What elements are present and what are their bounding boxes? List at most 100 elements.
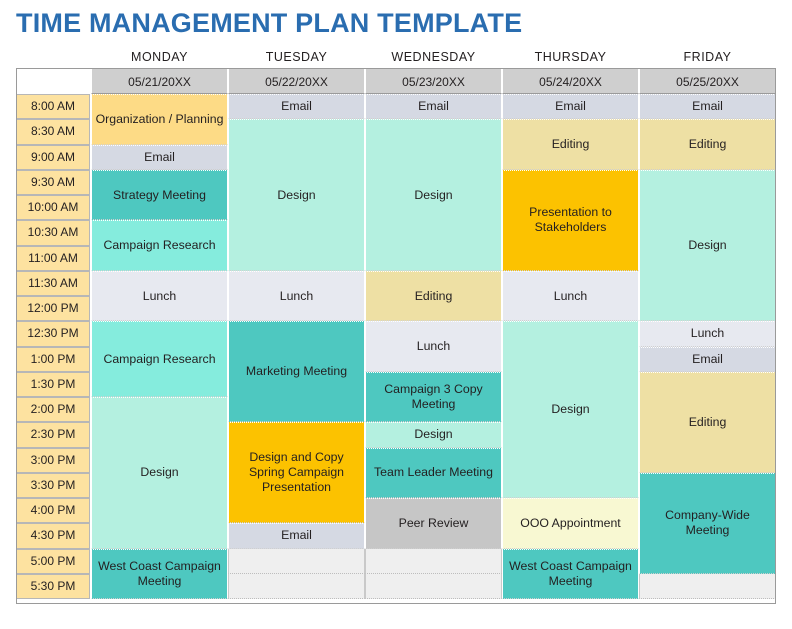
time-label-text: 11:30 AM	[28, 275, 78, 290]
event-label: Lunch	[416, 339, 451, 353]
time-label-text: 8:00 AM	[30, 99, 76, 113]
event-label: Email	[281, 528, 312, 543]
event-label: Campaign 3 Copy Meeting	[384, 382, 483, 411]
time-label-text: 4:30 PM	[30, 528, 76, 543]
event-block[interactable]: Design	[365, 422, 502, 448]
event-label: Organization / Planning	[95, 111, 224, 126]
event-block[interactable]: Lunch	[228, 270, 365, 322]
event-block[interactable]: Lunch	[502, 270, 639, 322]
event-label: Email	[418, 99, 449, 114]
page-title: TIME MANAGEMENT PLAN TEMPLATE	[16, 8, 523, 38]
event-block[interactable]: Email	[91, 144, 228, 170]
event-label: West Coast Campaign Meeting	[509, 558, 632, 588]
event-label: Lunch	[279, 288, 314, 303]
time-label-text: 10:00 AM	[27, 200, 79, 214]
event-block[interactable]: Lunch	[91, 270, 228, 322]
day-header-monday: MONDAY	[131, 50, 188, 64]
event-label: Peer Review	[398, 515, 469, 530]
time-label-row-18: 5:00 PM	[16, 548, 90, 574]
event-block[interactable]: Email	[228, 523, 365, 549]
day-header-wednesday: WEDNESDAY	[391, 50, 476, 64]
event-label: Lunch	[690, 326, 725, 341]
event-label: Lunch	[142, 288, 177, 303]
event-block[interactable]: Editing	[502, 119, 639, 170]
event-label: Email	[281, 99, 312, 114]
event-block[interactable]: Editing	[639, 371, 776, 473]
event-block[interactable]: Editing	[365, 270, 502, 322]
time-label-text: 4:00 PM	[30, 503, 76, 517]
event-block[interactable]: Company-Wide Meeting	[639, 472, 776, 574]
event-block[interactable]: Organization / Planning	[91, 94, 228, 145]
time-label-row-11: 1:30 PM	[16, 371, 90, 397]
event-label: Company-Wide Meeting	[665, 508, 750, 538]
event-block[interactable]: Peer Review	[365, 498, 502, 549]
event-block[interactable]: Team Leader Meeting	[365, 447, 502, 498]
event-label: Team Leader Meeting	[374, 465, 493, 480]
event-label: Email	[555, 99, 586, 114]
schedule-body: 8:00 AM 8:30 AM 9:00 AM 9:30 AM 10:00 AM 10:3…	[16, 94, 776, 599]
event-block[interactable]: Email	[639, 94, 776, 120]
event-block[interactable]: Campaign Research	[91, 321, 228, 397]
event-label: Marketing Meeting	[245, 364, 348, 379]
event-block[interactable]: Design	[639, 169, 776, 322]
event-block[interactable]: Campaign Research	[91, 220, 228, 271]
empty-slot[interactable]	[639, 573, 776, 599]
time-label-text: 9:30 AM	[30, 174, 76, 189]
event-block[interactable]: West Coast Campaign Meeting	[91, 548, 228, 599]
event-label: OOO Appointment	[520, 515, 621, 530]
event-block[interactable]: Design	[228, 119, 365, 271]
time-label-row-6: 11:00 AM	[16, 245, 90, 271]
event-block[interactable]: Design	[502, 321, 639, 498]
event-label: Editing	[414, 288, 453, 303]
time-label-row-4: 10:00 AM	[16, 195, 90, 221]
event-block[interactable]: Email	[639, 346, 776, 372]
event-block[interactable]: Design	[91, 397, 228, 549]
event-label: Strategy Meeting	[113, 187, 206, 202]
time-label-text: 2:30 PM	[30, 427, 76, 442]
event-block[interactable]: OOO Appointment	[502, 498, 639, 549]
event-label: Design	[551, 402, 590, 417]
event-block[interactable]: Design and Copy Spring Campaign Presenta…	[228, 422, 365, 524]
date-header-tuesday: 05/22/20XX	[228, 68, 365, 94]
event-block[interactable]: West Coast Campaign Meeting	[502, 548, 639, 599]
event-label: Editing	[688, 414, 727, 429]
event-block[interactable]: Strategy Meeting	[91, 169, 228, 221]
time-label-text: 5:00 PM	[30, 553, 76, 568]
event-block[interactable]: Lunch	[365, 321, 502, 372]
event-label: West Coast Campaign Meeting	[98, 558, 221, 588]
empty-slot[interactable]	[365, 573, 502, 599]
event-label: Campaign Research	[103, 351, 216, 366]
event-label: Editing	[688, 137, 727, 151]
time-label-row-9: 12:30 PM	[16, 321, 90, 347]
empty-slot[interactable]	[228, 573, 365, 599]
day-header-friday: FRIDAY	[683, 50, 732, 64]
time-label-text: 1:30 PM	[30, 376, 76, 391]
time-label-text: 11:00 AM	[28, 250, 78, 265]
time-label-row-5: 10:30 AM	[16, 220, 90, 246]
schedule-grid: MONDAY TUESDAY WEDNESDAY THURSDAY FRIDAY 05/…	[16, 47, 776, 604]
time-label-text: 5:30 PM	[30, 578, 76, 593]
time-label-row-10: 1:00 PM	[16, 346, 90, 372]
empty-slot[interactable]	[228, 548, 365, 574]
event-block[interactable]: Email	[228, 94, 365, 120]
event-block[interactable]: Email	[502, 94, 639, 120]
event-block[interactable]: Editing	[639, 119, 776, 170]
empty-slot[interactable]	[365, 548, 502, 574]
event-label: Design	[277, 187, 316, 202]
time-label-text: 8:30 AM	[30, 124, 76, 139]
time-label-row-15: 3:30 PM	[16, 472, 90, 498]
time-label-row-19: 5:30 PM	[16, 573, 90, 599]
day-header-thursday: THURSDAY	[534, 50, 607, 64]
event-block[interactable]: Email	[365, 94, 502, 120]
event-label: Email	[144, 149, 175, 164]
event-block[interactable]: Lunch	[639, 321, 776, 347]
event-block[interactable]: Campaign 3 Copy Meeting	[365, 371, 502, 423]
time-label-text: 10:30 AM	[27, 225, 79, 240]
time-label-row-3: 9:30 AM	[16, 169, 90, 195]
event-block[interactable]: Presentation to Stakeholders	[502, 169, 639, 271]
event-block[interactable]: Marketing Meeting	[228, 321, 365, 423]
event-block[interactable]: Design	[365, 119, 502, 271]
event-label: Design	[414, 187, 453, 202]
time-label-row-12: 2:00 PM	[16, 397, 90, 423]
event-label: Design	[140, 465, 179, 480]
